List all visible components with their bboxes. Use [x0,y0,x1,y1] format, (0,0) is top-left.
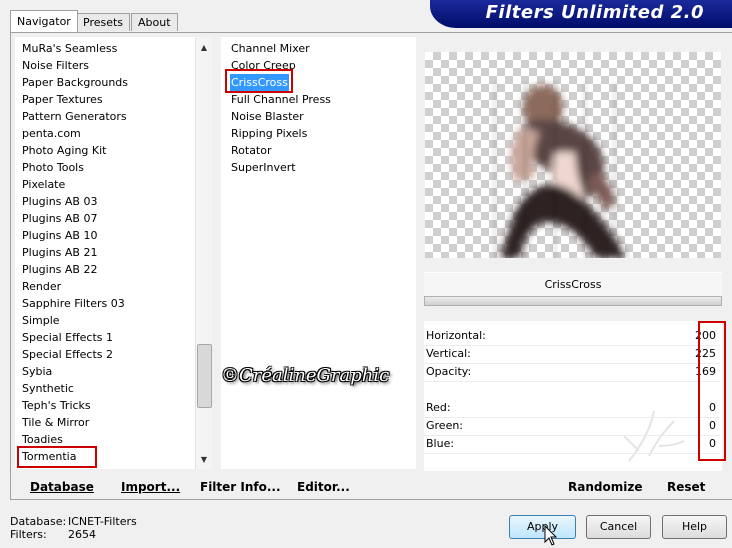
category-item[interactable]: Simple [22,312,60,329]
scroll-down-icon[interactable]: ▼ [196,451,212,468]
crisscross-highlight-box [225,69,293,93]
category-item[interactable]: Synthetic [22,380,74,397]
banner-title: Filters Unlimited 2.0 [485,2,704,23]
preview-image [425,52,721,258]
filter-item[interactable]: Ripping Pixels [230,125,308,142]
tormentia-highlight-box [17,446,97,468]
parameter-row[interactable]: Horizontal: 200 [426,327,718,345]
category-item[interactable]: Special Effects 2 [22,346,113,363]
parameter-label: Red: [426,401,451,414]
import-button-label: Import... [121,480,181,494]
parameter-panel: Horizontal: 200 Vertical: 225 Opacity: 169 Red… [424,321,722,471]
randomize-button-label: Randomize [568,480,643,494]
category-item[interactable]: Render [22,278,61,295]
filter-list[interactable]: ©CréalineGraphic Channel Mixer Color Cree… [221,37,416,469]
category-item[interactable]: Plugins AB 21 [22,244,97,261]
category-item[interactable]: Plugins AB 03 [22,193,97,210]
apply-button[interactable]: Apply [509,515,576,539]
category-item[interactable]: Sapphire Filters 03 [22,295,125,312]
filter-item[interactable]: Rotator [230,142,273,159]
parameter-row[interactable]: Opacity: 169 [426,363,718,381]
filter-progress-bar [424,296,722,306]
reset-button[interactable]: Reset [667,480,705,494]
category-item[interactable]: Special Effects 1 [22,329,113,346]
parameter-label: Blue: [426,437,455,450]
category-item[interactable]: penta.com [22,125,81,142]
category-item[interactable]: Plugins AB 22 [22,261,97,278]
tab-about[interactable]: About [131,13,178,31]
parameter-label: Vertical: [426,347,471,360]
category-item[interactable]: Noise Filters [22,57,89,74]
database-button-label: Database [30,480,94,494]
filters-count-value: 2654 [68,528,96,541]
category-item[interactable]: Pixelate [22,176,65,193]
import-button[interactable]: Import... [121,480,180,494]
filters-unlimited-banner: Filters Unlimited 2.0 [430,0,732,28]
category-item[interactable]: Paper Textures [22,91,103,108]
editor-button-label: Editor... [297,480,350,494]
parameter-row[interactable]: Blue: 0 [426,435,718,453]
mouse-cursor-icon [544,525,558,546]
filter-item[interactable]: Noise Blaster [230,108,305,125]
category-item[interactable]: Photo Aging Kit [22,142,106,159]
filter-item[interactable]: Full Channel Press [230,91,332,108]
reset-button-label: Reset [667,480,706,494]
parameter-row[interactable]: Red: 0 [426,399,718,417]
parameter-label: Horizontal: [426,329,486,342]
filter-item[interactable]: SuperInvert [230,159,297,176]
editor-button[interactable]: Editor... [297,480,350,494]
cancel-button[interactable]: Cancel [586,515,651,539]
parameter-row[interactable]: Vertical: 225 [426,345,718,363]
parameter-divider [424,381,720,382]
watermark-text: ©CréalineGraphic [221,365,390,386]
database-value: ICNET-Filters [68,515,137,528]
help-button[interactable]: Help [662,515,727,539]
filter-info-button-label: Filter Info... [200,480,281,494]
parameter-label: Opacity: [426,365,472,378]
tab-navigator[interactable]: Navigator [10,10,78,32]
database-label: Database: [10,515,67,528]
values-highlight-box [698,321,726,461]
category-item[interactable]: Paper Backgrounds [22,74,128,91]
scrollbar-thumb[interactable] [197,344,212,408]
category-item[interactable]: Teph's Tricks [22,397,91,414]
database-button[interactable]: Database [30,480,94,494]
selected-filter-name: CrissCross [424,272,722,297]
filter-info-button[interactable]: Filter Info... [200,480,281,494]
filters-count-label: Filters: [10,528,47,541]
category-item[interactable]: Pattern Generators [22,108,127,125]
randomize-button[interactable]: Randomize [568,480,642,494]
tab-presets[interactable]: Presets [76,13,131,31]
category-item[interactable]: Plugins AB 07 [22,210,97,227]
category-item[interactable]: Photo Tools [22,159,84,176]
category-scrollbar[interactable]: ▲ ▼ [195,37,212,469]
scroll-up-icon[interactable]: ▲ [196,39,212,56]
category-item[interactable]: MuRa's Seamless [22,40,117,57]
category-item[interactable]: Plugins AB 10 [22,227,97,244]
parameter-label: Green: [426,419,464,432]
filter-item[interactable]: Channel Mixer [230,40,311,57]
category-item[interactable]: Tile & Mirror [22,414,89,431]
category-item[interactable]: Sybia [22,363,52,380]
preview-figure [494,82,625,258]
parameter-divider [424,453,720,454]
category-list[interactable]: MuRa's Seamless Noise Filters Paper Backgr… [15,37,195,469]
parameter-row[interactable]: Green: 0 [426,417,718,435]
